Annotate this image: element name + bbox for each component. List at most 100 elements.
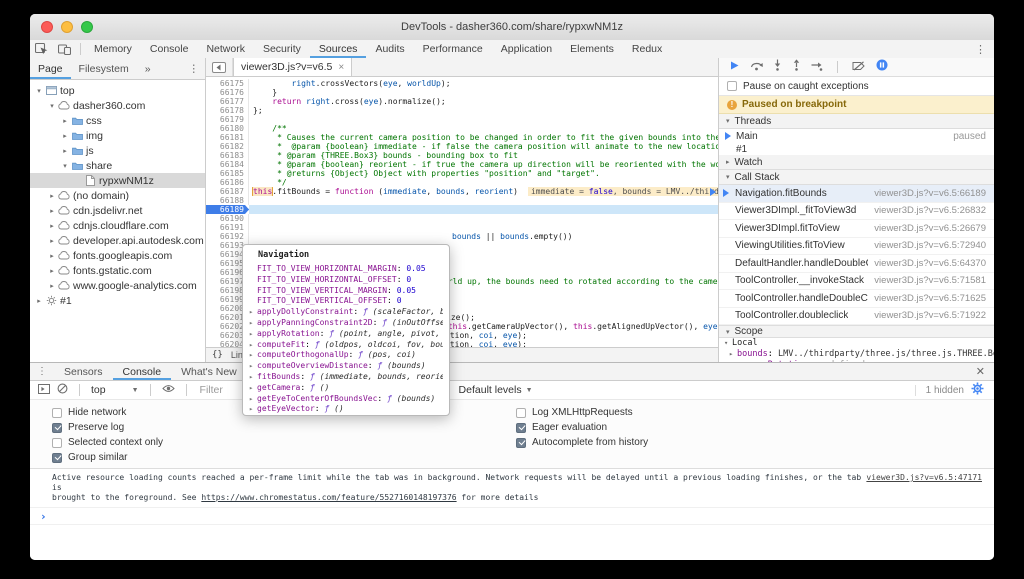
message-source-link[interactable]: viewer3D.js?v=v6.5:47171 (866, 473, 982, 483)
scope-var-bounds[interactable]: ▸bounds: LMV../thirdparty/three.js/three… (719, 349, 994, 360)
tree-item-js[interactable]: ▸js (30, 143, 205, 158)
line-number[interactable]: 66182 (206, 142, 249, 151)
object-property-applyrotation[interactable]: ▸applyRotation: ƒ (point, angle, pivot, … (249, 329, 443, 340)
disclosure-down-icon[interactable]: ▾ (34, 87, 44, 95)
step-over-icon[interactable] (750, 58, 763, 76)
callstack-frame-viewingutilities-fittoview[interactable]: ViewingUtilities.fitToViewviewer3D.js?v=… (719, 238, 994, 256)
thread-main[interactable]: Main paused (719, 129, 994, 143)
line-number[interactable]: 66185 (206, 169, 249, 178)
object-property-applypanningconstraint2d[interactable]: ▸applyPanningConstraint2D: ƒ (inOutOffse… (249, 318, 443, 329)
line-number[interactable]: 66189 (206, 205, 249, 214)
callstack-frame-toolcontroller-doubleclick[interactable]: ToolController.doubleclickviewer3D.js?v=… (719, 308, 994, 326)
code-line-66189[interactable]: 66189 (206, 205, 718, 214)
line-number[interactable]: 66175 (206, 79, 249, 88)
inspect-element-icon[interactable] (30, 40, 53, 58)
tree-item-share[interactable]: ▾share (30, 158, 205, 173)
tree-item-rypxwnm1z[interactable]: rypxwNM1z (30, 173, 205, 188)
tree-item-cdn-jsdelivr-net[interactable]: ▸cdn.jsdelivr.net (30, 203, 205, 218)
code-line-66181[interactable]: 66181 * Causes the current camera positi… (206, 133, 718, 142)
object-property-computeoverviewdistance[interactable]: ▸computeOverviewDistance: ƒ (bounds) (249, 361, 443, 372)
object-property-getcamera[interactable]: ▸getCamera: ƒ () (249, 383, 443, 394)
tab-security[interactable]: Security (254, 40, 310, 58)
checkbox-eager-evaluation[interactable] (516, 423, 526, 433)
object-property-computeorthogonalup[interactable]: ▸computeOrthogonalUp: ƒ (pos, coi) (249, 350, 443, 361)
object-property-computefit[interactable]: ▸computeFit: ƒ (oldpos, oldcoi, fov, bou… (249, 340, 443, 351)
tree-item-img[interactable]: ▸img (30, 128, 205, 143)
console-prompt[interactable]: › (30, 508, 994, 525)
tab-performance[interactable]: Performance (414, 40, 492, 58)
disclosure-right-icon[interactable]: ▸ (34, 297, 44, 305)
tree-item-no-domain[interactable]: ▸(no domain) (30, 188, 205, 203)
checkbox-preserve-log[interactable] (52, 423, 62, 433)
disclosure-right-icon[interactable]: ▸ (47, 207, 57, 215)
disclosure-right-icon[interactable]: ▸ (47, 222, 57, 230)
object-property-fit-to-view-vertical-margin[interactable]: FIT_TO_VIEW_VERTICAL_MARGIN: 0.05 (249, 286, 443, 297)
callstack-frame-toolcontroller-invokestack[interactable]: ToolController.__invokeStackviewer3D.js?… (719, 273, 994, 291)
main-menu-icon[interactable]: ⋮ (967, 43, 994, 56)
disclosure-right-icon[interactable]: ▸ (60, 132, 70, 140)
context-selector[interactable]: top ▼ (91, 384, 139, 396)
console-settings-gear-icon[interactable] (971, 382, 984, 398)
disclosure-right-icon[interactable]: ▸ (47, 267, 57, 275)
tree-item-www-google-analytics-com[interactable]: ▸www.google-analytics.com (30, 278, 205, 293)
drawer-tab-sensors[interactable]: Sensors (54, 363, 113, 380)
line-number[interactable]: 66190 (206, 214, 249, 223)
line-number[interactable]: 66176 (206, 88, 249, 97)
line-number[interactable]: 66178 (206, 106, 249, 115)
object-property-geteyevector[interactable]: ▸getEyeVector: ƒ () (249, 404, 443, 415)
close-tab-icon[interactable]: × (338, 62, 344, 73)
line-number[interactable]: 66184 (206, 160, 249, 169)
object-property-fit-to-view-horizontal-offset[interactable]: FIT_TO_VIEW_HORIZONTAL_OFFSET: 0 (249, 275, 443, 286)
code-line-66176[interactable]: 66176 } (206, 88, 718, 97)
code-line-66183[interactable]: 66183 * @param {THREE.Box3} bounds - bou… (206, 151, 718, 160)
tab-network[interactable]: Network (197, 40, 254, 58)
object-property-fit-to-view-horizontal-margin[interactable]: FIT_TO_VIEW_HORIZONTAL_MARGIN: 0.05 (249, 264, 443, 275)
drawer-tab-what-s-new[interactable]: What's New (171, 363, 247, 380)
log-levels-selector[interactable]: Default levels ▼ (459, 384, 533, 396)
tab-elements[interactable]: Elements (561, 40, 623, 58)
tab-redux[interactable]: Redux (623, 40, 671, 58)
code-line-66192[interactable]: 66192bounds || bounds.empty()) (206, 232, 718, 241)
tree-item-top[interactable]: ▾top (30, 83, 205, 98)
drawer-tab-console[interactable]: Console (113, 363, 172, 380)
deactivate-breakpoints-icon[interactable] (852, 58, 866, 76)
threads-section-header[interactable]: ▾ Threads (719, 114, 994, 129)
line-number[interactable]: 66181 (206, 133, 249, 142)
step-out-icon[interactable] (792, 58, 801, 76)
line-number[interactable]: 66192 (206, 232, 249, 241)
line-number[interactable]: 66179 (206, 115, 249, 124)
pretty-print-icon[interactable]: {} (212, 350, 223, 360)
code-line-66179[interactable]: 66179 (206, 115, 718, 124)
pause-caught-checkbox[interactable] (727, 81, 737, 91)
tab-page[interactable]: Page (30, 58, 71, 79)
disclosure-down-icon[interactable]: ▾ (60, 162, 70, 170)
tab-audits[interactable]: Audits (366, 40, 413, 58)
code-line-66186[interactable]: 66186 */ (206, 178, 718, 187)
pause-on-exceptions-icon[interactable] (876, 58, 888, 76)
checkbox-group-similar[interactable] (52, 453, 62, 463)
console-sidebar-icon[interactable] (38, 384, 50, 397)
code-line-66177[interactable]: 66177 return right.cross(eye).normalize(… (206, 97, 718, 106)
scope-section-header[interactable]: ▾ Scope (719, 325, 994, 338)
thread-worker[interactable]: #1 (719, 143, 994, 155)
tree-item-css[interactable]: ▸css (30, 113, 205, 128)
code-line-66180[interactable]: 66180 /** (206, 124, 718, 133)
callstack-section-header[interactable]: ▾ Call Stack (719, 170, 994, 185)
checkbox-autocomplete-from-history[interactable] (516, 438, 526, 448)
object-property-geteyetocenterofboundsvec[interactable]: ▸getEyeToCenterOfBoundsVec: ƒ (bounds) (249, 394, 443, 405)
code-line-66182[interactable]: 66182 * @param {boolean} immediate - if … (206, 142, 718, 151)
callstack-frame-navigation-fitbounds[interactable]: Navigation.fitBoundsviewer3D.js?v=v6.5:6… (719, 185, 994, 203)
tab-filesystem[interactable]: Filesystem (71, 58, 137, 79)
callstack-frame-viewer3dimpl-fittoview[interactable]: Viewer3DImpl.fitToViewviewer3D.js?v=v6.5… (719, 220, 994, 238)
checkbox-hide-network[interactable] (52, 408, 62, 418)
navigator-menu-icon[interactable]: ⋮ (183, 63, 206, 75)
line-number[interactable]: 66177 (206, 97, 249, 106)
tree-item-cdnjs-cloudflare-com[interactable]: ▸cdnjs.cloudflare.com (30, 218, 205, 233)
disclosure-right-icon[interactable]: ▸ (47, 252, 57, 260)
resume-script-icon[interactable] (729, 58, 740, 76)
line-number[interactable]: 66191 (206, 223, 249, 232)
disclosure-right-icon[interactable]: ▸ (60, 117, 70, 125)
code-line-66185[interactable]: 66185 * @returns {Object} Object with pr… (206, 169, 718, 178)
callstack-frame-toolcontroller-handledoubleclick[interactable]: ToolController.handleDoubleClickviewer3D… (719, 290, 994, 308)
checkbox-log-xmlhttprequests[interactable] (516, 408, 526, 418)
